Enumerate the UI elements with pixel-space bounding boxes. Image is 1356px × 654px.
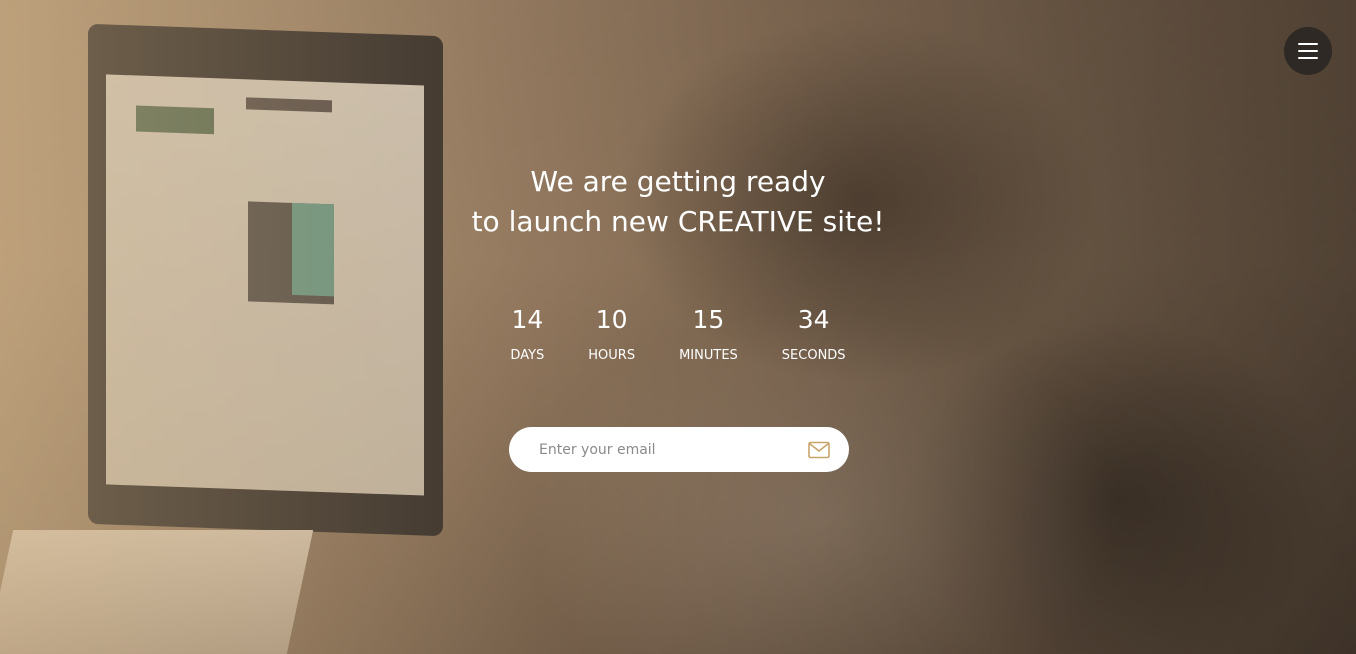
subscribe-button[interactable] bbox=[797, 427, 841, 472]
countdown-value: 14 bbox=[511, 305, 544, 334]
countdown-days: 14 DAYS bbox=[510, 304, 544, 363]
countdown-label: MINUTES bbox=[679, 348, 738, 363]
countdown-label: DAYS bbox=[510, 348, 545, 363]
countdown-label: SECONDS bbox=[781, 348, 846, 363]
hamburger-line bbox=[1298, 57, 1318, 59]
countdown-label: HOURS bbox=[588, 348, 636, 363]
heading-line-2: to launch new CREATIVE site! bbox=[471, 205, 885, 238]
countdown-timer: 14 DAYS 10 HOURS 15 MINUTES 34 SECONDS bbox=[0, 304, 1356, 363]
email-input[interactable] bbox=[509, 426, 797, 473]
countdown-seconds: 34 SECONDS bbox=[782, 304, 846, 363]
coming-soon-page: We are getting ready to launch new CREAT… bbox=[0, 0, 1356, 654]
countdown-value: 15 bbox=[692, 305, 725, 334]
countdown-value: 10 bbox=[595, 305, 628, 334]
page-heading: We are getting ready to launch new CREAT… bbox=[0, 162, 1356, 242]
hamburger-menu-icon bbox=[1298, 43, 1318, 59]
countdown-minutes: 15 MINUTES bbox=[679, 304, 738, 363]
countdown-hours: 10 HOURS bbox=[588, 304, 635, 363]
hamburger-line bbox=[1298, 43, 1318, 45]
heading-line-1: We are getting ready bbox=[530, 165, 826, 198]
menu-button[interactable] bbox=[1284, 27, 1332, 75]
subscribe-form bbox=[509, 426, 849, 473]
hamburger-line bbox=[1298, 50, 1318, 52]
countdown-value: 34 bbox=[797, 305, 830, 334]
envelope-icon bbox=[808, 441, 830, 458]
